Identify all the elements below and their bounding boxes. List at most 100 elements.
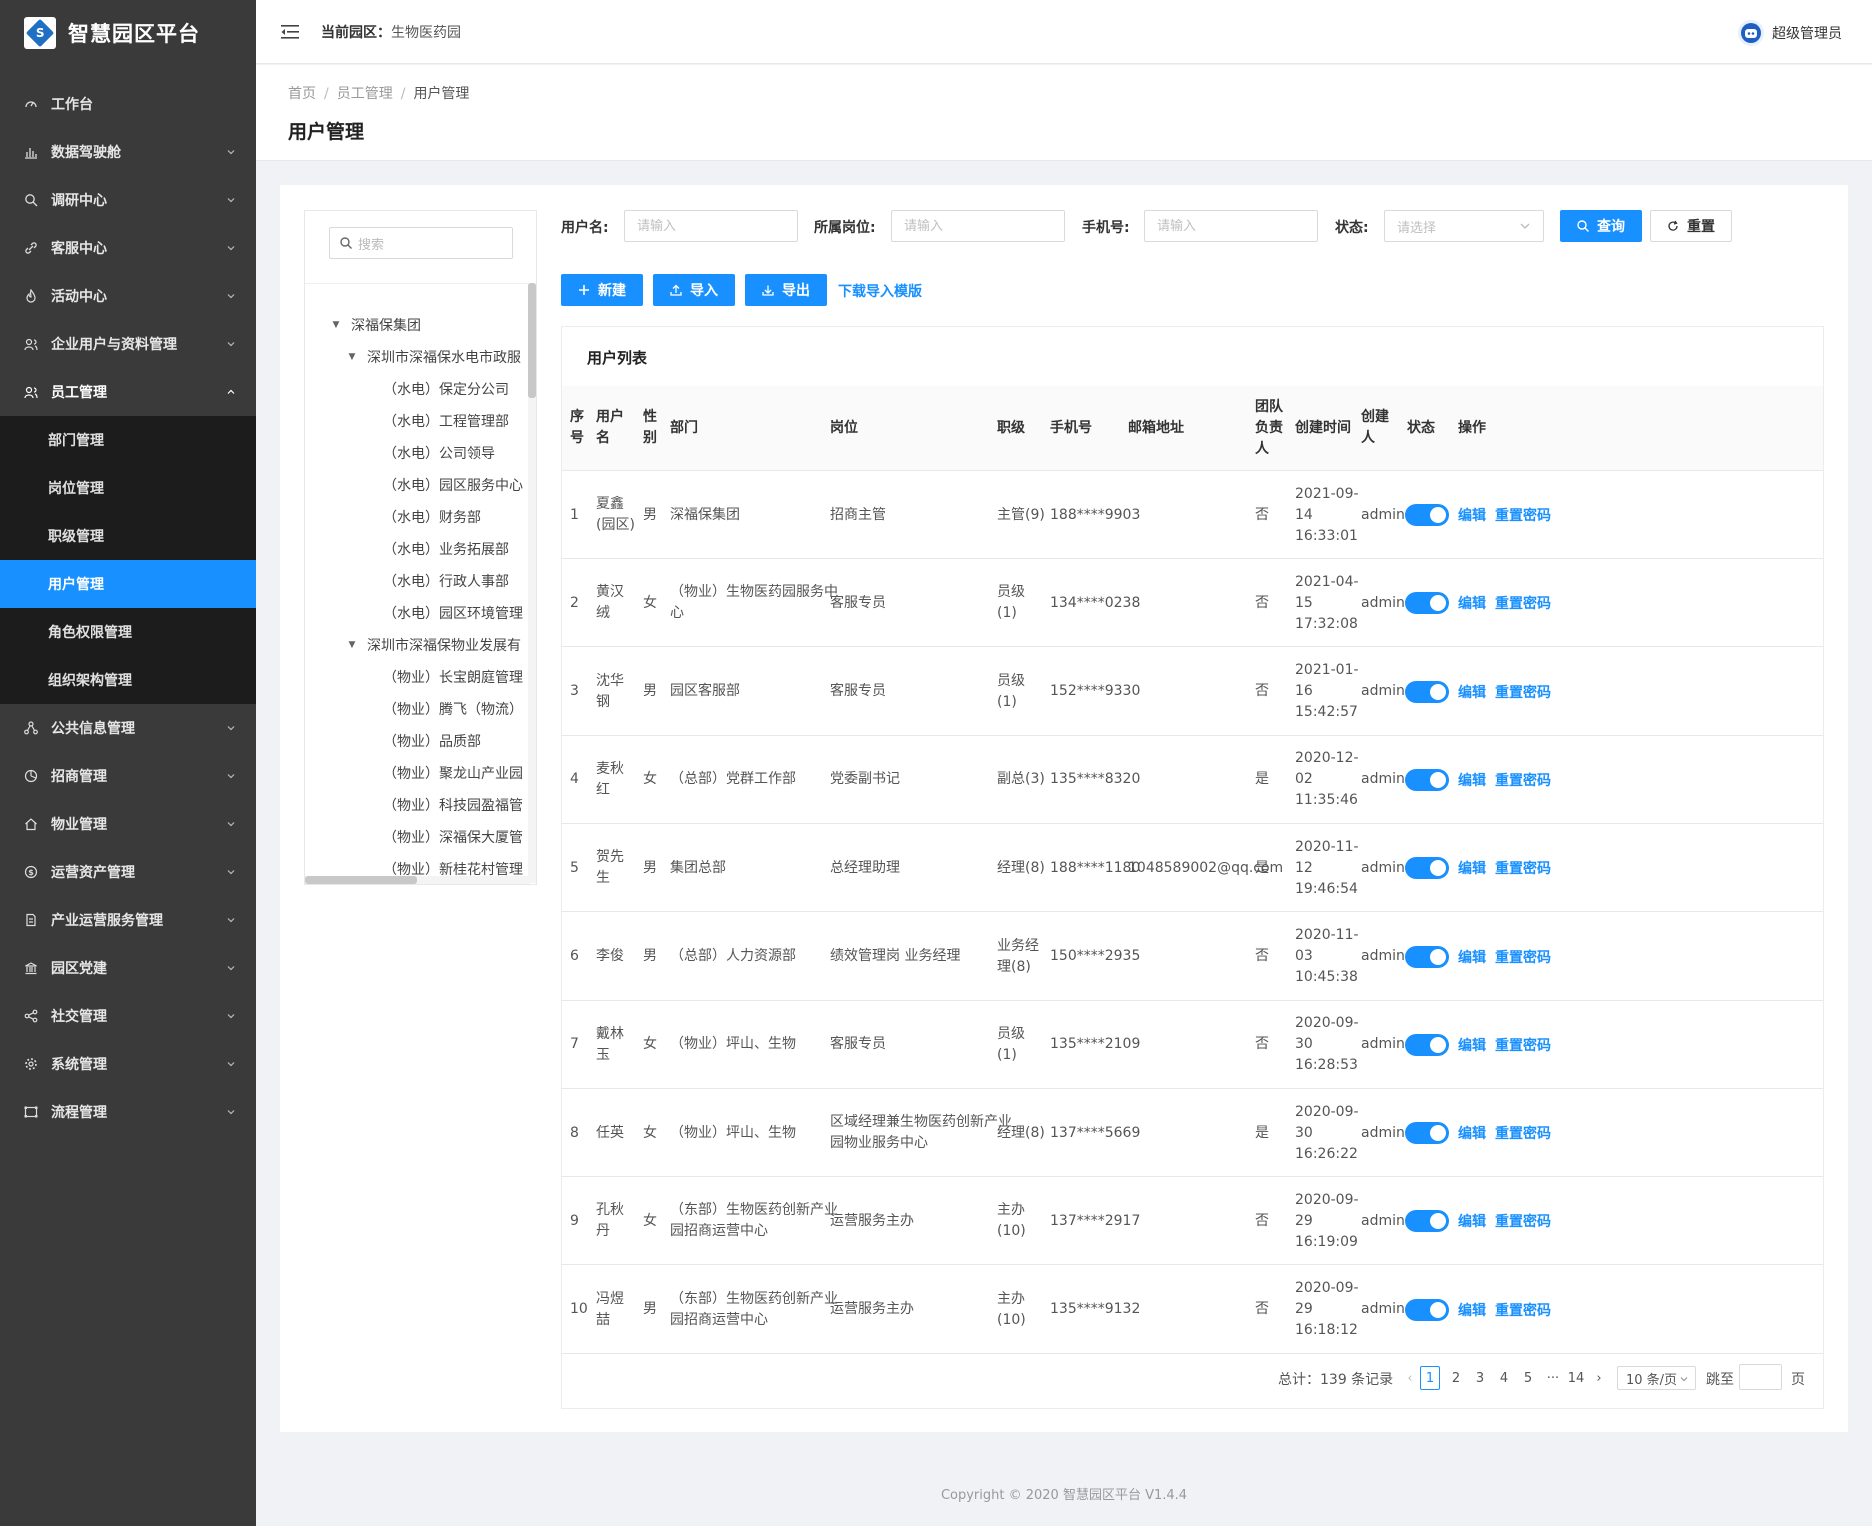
tree-search-input[interactable]: 搜索 <box>329 227 513 259</box>
breadcrumb-home[interactable]: 首页 <box>288 86 316 102</box>
submenu-item-3[interactable]: 用户管理 <box>0 560 256 608</box>
edit-link[interactable]: 编辑 <box>1458 593 1486 613</box>
reset-button[interactable]: 重置 <box>1650 210 1732 242</box>
status-toggle[interactable] <box>1405 680 1449 703</box>
reset-password-link[interactable]: 重置密码 <box>1495 1211 1551 1231</box>
sidebar-item-2[interactable]: 调研中心 <box>0 176 256 224</box>
tree-node[interactable]: （水电）公司领导 <box>305 437 530 469</box>
submenu-item-5[interactable]: 组织架构管理 <box>0 656 256 704</box>
breadcrumb-staff[interactable]: 员工管理 <box>337 86 393 102</box>
submenu-item-1[interactable]: 岗位管理 <box>0 464 256 512</box>
tree-node[interactable]: （水电）财务部 <box>305 501 530 533</box>
status-toggle[interactable] <box>1405 1122 1449 1145</box>
tree-node[interactable]: （物业）深福保大厦管 <box>305 821 530 853</box>
menu-fold-icon[interactable] <box>281 24 301 40</box>
tree-hscroll-thumb[interactable] <box>305 876 417 884</box>
status-toggle[interactable] <box>1405 945 1449 968</box>
status-toggle[interactable] <box>1405 1298 1449 1321</box>
jump-input[interactable] <box>1739 1364 1782 1390</box>
reset-password-link[interactable]: 重置密码 <box>1495 770 1551 790</box>
sidebar-item-14[interactable]: 系统管理 <box>0 1040 256 1088</box>
tree-vscroll-thumb[interactable] <box>528 283 536 398</box>
page-item[interactable]: 3 <box>1470 1366 1490 1390</box>
tree-node[interactable]: （物业）长宝朗庭管理 <box>305 661 530 693</box>
status-toggle[interactable] <box>1405 768 1449 791</box>
page-item[interactable]: 1 <box>1420 1366 1440 1390</box>
sidebar-item-1[interactable]: 数据驾驶舱 <box>0 128 256 176</box>
caret-down-icon[interactable]: ▼ <box>345 350 359 364</box>
edit-link[interactable]: 编辑 <box>1458 1035 1486 1055</box>
tree-node[interactable]: ▼ 深福保集团 <box>305 309 530 341</box>
sidebar-item-13[interactable]: 社交管理 <box>0 992 256 1040</box>
status-select[interactable]: 请选择 <box>1384 210 1544 242</box>
reset-password-link[interactable]: 重置密码 <box>1495 947 1551 967</box>
reset-password-link[interactable]: 重置密码 <box>1495 1123 1551 1143</box>
username-input[interactable] <box>624 210 798 242</box>
edit-link[interactable]: 编辑 <box>1458 947 1486 967</box>
new-button[interactable]: 新建 <box>561 274 643 306</box>
reset-password-link[interactable]: 重置密码 <box>1495 1300 1551 1320</box>
tree-node[interactable]: （水电）园区服务中心 <box>305 469 530 501</box>
user-menu[interactable]: 超级管理员 <box>1738 20 1842 46</box>
download-template-link[interactable]: 下载导入模版 <box>838 281 922 301</box>
tree-node[interactable]: （物业）腾飞（物流） <box>305 693 530 725</box>
sidebar-item-15[interactable]: 流程管理 <box>0 1088 256 1136</box>
tree-node[interactable]: （物业）品质部 <box>305 725 530 757</box>
tree-node[interactable]: （水电）保定分公司 <box>305 373 530 405</box>
tree-node[interactable]: （水电）园区环境管理 <box>305 597 530 629</box>
next-page-icon[interactable]: › <box>1591 1366 1607 1390</box>
page-item[interactable]: 2 <box>1446 1366 1466 1390</box>
status-toggle[interactable] <box>1405 857 1449 880</box>
caret-down-icon[interactable]: ▼ <box>329 318 343 332</box>
sidebar-item-9[interactable]: 物业管理 <box>0 800 256 848</box>
prev-page-icon[interactable]: ‹ <box>1402 1366 1418 1390</box>
query-button[interactable]: 查询 <box>1560 210 1642 242</box>
sidebar-item-12[interactable]: 园区党建 <box>0 944 256 992</box>
status-toggle[interactable] <box>1405 1210 1449 1233</box>
status-toggle[interactable] <box>1405 504 1449 526</box>
edit-link[interactable]: 编辑 <box>1458 505 1486 525</box>
sidebar-item-11[interactable]: 产业运营服务管理 <box>0 896 256 944</box>
status-toggle[interactable] <box>1405 592 1449 615</box>
sidebar-item-7[interactable]: 公共信息管理 <box>0 704 256 752</box>
edit-link[interactable]: 编辑 <box>1458 1211 1486 1231</box>
reset-password-link[interactable]: 重置密码 <box>1495 1035 1551 1055</box>
edit-link[interactable]: 编辑 <box>1458 1300 1486 1320</box>
sidebar-item-3[interactable]: 客服中心 <box>0 224 256 272</box>
tree-node[interactable]: （物业）科技园盈福管 <box>305 789 530 821</box>
reset-password-link[interactable]: 重置密码 <box>1495 682 1551 702</box>
phone-input[interactable] <box>1144 210 1318 242</box>
sidebar-item-8[interactable]: 招商管理 <box>0 752 256 800</box>
tree-node[interactable]: （水电）工程管理部 <box>305 405 530 437</box>
submenu-item-2[interactable]: 职级管理 <box>0 512 256 560</box>
export-button[interactable]: 导出 <box>745 274 827 306</box>
reset-password-link[interactable]: 重置密码 <box>1495 858 1551 878</box>
submenu-item-0[interactable]: 部门管理 <box>0 416 256 464</box>
sidebar-item-10[interactable]: $ 运营资产管理 <box>0 848 256 896</box>
submenu-item-4[interactable]: 角色权限管理 <box>0 608 256 656</box>
sidebar-item-4[interactable]: 活动中心 <box>0 272 256 320</box>
tree-node[interactable]: ▼ 深圳市深福保物业发展有 <box>305 629 530 661</box>
sidebar-item-6[interactable]: 员工管理 <box>0 368 256 416</box>
reset-password-link[interactable]: 重置密码 <box>1495 505 1551 525</box>
edit-link[interactable]: 编辑 <box>1458 770 1486 790</box>
edit-link[interactable]: 编辑 <box>1458 682 1486 702</box>
post-input[interactable] <box>891 210 1065 242</box>
status-toggle[interactable] <box>1405 1033 1449 1056</box>
page-item[interactable]: 4 <box>1494 1366 1514 1390</box>
page-size-select[interactable]: 10 条/页 <box>1617 1366 1696 1390</box>
import-button[interactable]: 导入 <box>653 274 735 306</box>
sidebar-item-5[interactable]: 企业用户与资料管理 <box>0 320 256 368</box>
caret-down-icon[interactable]: ▼ <box>345 638 359 652</box>
tree-node[interactable]: ▼ 深圳市深福保水电市政服 <box>305 341 530 373</box>
sidebar-item-0[interactable]: 工作台 <box>0 80 256 128</box>
tree-node[interactable]: （物业）聚龙山产业园 <box>305 757 530 789</box>
tree-node[interactable]: （水电）业务拓展部 <box>305 533 530 565</box>
page-item[interactable]: ··· <box>1541 1366 1565 1390</box>
edit-link[interactable]: 编辑 <box>1458 1123 1486 1143</box>
page-item[interactable]: 14 <box>1564 1366 1588 1390</box>
edit-link[interactable]: 编辑 <box>1458 858 1486 878</box>
page-item[interactable]: 5 <box>1518 1366 1538 1390</box>
reset-password-link[interactable]: 重置密码 <box>1495 593 1551 613</box>
tree-node[interactable]: （水电）行政人事部 <box>305 565 530 597</box>
